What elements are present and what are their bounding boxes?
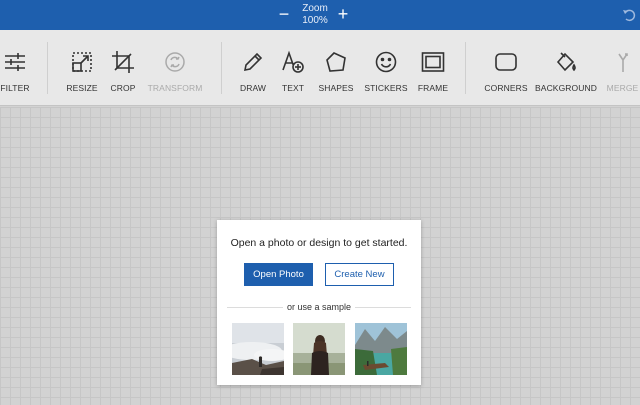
toolbar: FILTER RESIZE CROP TRANSFORM DRAW TEXT S… xyxy=(0,30,640,106)
dialog-title: Open a photo or design to get started. xyxy=(230,237,408,249)
tool-filter[interactable]: FILTER xyxy=(0,30,30,106)
undo-icon[interactable] xyxy=(622,8,636,22)
sliders-icon xyxy=(5,53,25,71)
zoom-readout: Zoom 100% xyxy=(298,3,332,27)
toolbar-divider xyxy=(221,42,222,94)
toolbar-divider xyxy=(465,42,466,94)
zoom-value: 100% xyxy=(302,15,328,26)
tool-stickers[interactable]: STICKERS xyxy=(363,30,409,106)
sample-image-lake xyxy=(355,323,407,375)
sample-image-clouds xyxy=(232,323,284,375)
tool-label: CORNERS xyxy=(484,83,528,93)
tool-background[interactable]: BACKGROUND xyxy=(535,30,597,106)
zoom-label: Zoom xyxy=(302,3,328,14)
tool-label: BACKGROUND xyxy=(535,83,597,93)
tool-label: SHAPES xyxy=(318,83,354,93)
sample-thumbnail-3[interactable] xyxy=(355,323,407,375)
divider xyxy=(355,307,411,308)
text-icon xyxy=(282,50,304,73)
pencil-icon xyxy=(243,52,263,72)
tool-label: RESIZE xyxy=(66,83,98,93)
tool-transform: TRANSFORM xyxy=(148,30,202,106)
tool-label: TRANSFORM xyxy=(147,83,203,93)
toolbar-divider xyxy=(47,42,48,94)
tool-label: FRAME xyxy=(417,83,449,93)
tool-label: DRAW xyxy=(239,83,267,93)
sample-thumbnail-2[interactable] xyxy=(293,323,345,375)
top-bar: − Zoom 100% + xyxy=(0,0,640,30)
smiley-icon xyxy=(375,51,397,73)
tool-text[interactable]: TEXT xyxy=(276,30,310,106)
start-dialog: Open a photo or design to get started. O… xyxy=(217,220,421,385)
transform-icon xyxy=(165,52,185,72)
tool-label: STICKERS xyxy=(364,83,408,93)
tool-frame[interactable]: FRAME xyxy=(415,30,451,106)
sample-image-woman xyxy=(293,323,345,375)
crop-icon xyxy=(112,51,134,73)
paint-bucket-icon xyxy=(556,52,576,72)
tool-crop[interactable]: CROP xyxy=(106,30,140,106)
tool-label: CROP xyxy=(110,83,136,93)
tool-resize[interactable]: RESIZE xyxy=(62,30,102,106)
resize-icon xyxy=(72,52,92,72)
tool-draw[interactable]: DRAW xyxy=(236,30,270,106)
open-photo-button[interactable]: Open Photo xyxy=(244,263,313,286)
tool-label: MERGE xyxy=(606,83,639,93)
merge-icon xyxy=(617,53,628,72)
zoom-out-button[interactable]: − xyxy=(277,5,291,23)
sample-thumbnail-1[interactable] xyxy=(232,323,284,375)
corners-icon xyxy=(495,53,517,71)
frame-icon xyxy=(421,52,445,72)
tool-label: FILTER xyxy=(0,83,30,93)
tool-shapes[interactable]: SHAPES xyxy=(317,30,355,106)
tool-corners[interactable]: CORNERS xyxy=(483,30,529,106)
create-new-button[interactable]: Create New xyxy=(325,263,394,286)
tool-label: TEXT xyxy=(281,83,305,93)
zoom-in-button[interactable]: + xyxy=(336,5,350,23)
shapes-icon xyxy=(326,52,346,72)
tool-merge: MERGE xyxy=(605,30,640,106)
